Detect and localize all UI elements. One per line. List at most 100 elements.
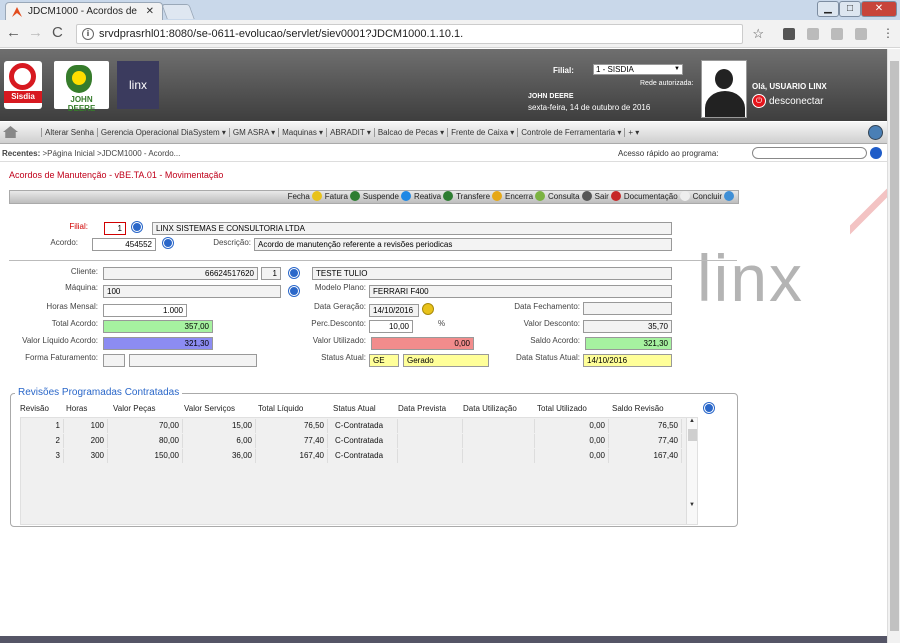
menu-item[interactable]: Balcao de Pecas ▾ (373, 128, 448, 137)
toolbar-consulta-button[interactable]: Consulta (548, 191, 592, 203)
filial-search-icon[interactable] (132, 222, 142, 232)
page-title: Acordos de Manutenção - vBE.TA.01 - Movi… (9, 170, 224, 180)
browser-menu-icon[interactable]: ⋮ (882, 25, 894, 41)
linx-logo: linx (117, 61, 159, 109)
calendar-icon[interactable] (422, 303, 434, 315)
menu-item[interactable]: Gerencia Operacional DiaSystem ▾ (96, 128, 229, 137)
logout-link[interactable]: desconectar (769, 96, 823, 107)
toolbar-reativa-button[interactable]: Reativa (414, 191, 454, 203)
breadcrumb[interactable]: >Página Inicial >JDCM1000 - Acordo... (42, 149, 180, 158)
page-scroll-thumb[interactable] (890, 61, 899, 631)
reload-icon[interactable]: C (52, 25, 63, 41)
maximize-icon[interactable]: □ (839, 1, 861, 17)
filial-select[interactable]: 1 - SISDIA (593, 64, 683, 75)
globe-icon[interactable] (868, 125, 883, 140)
menu-item[interactable]: Controle de Ferramentaria ▾ (517, 128, 625, 137)
perc-desconto-input[interactable]: 10,00 (369, 320, 413, 333)
grid-cell: 77,40 (612, 434, 682, 448)
cliente-label: Cliente: (70, 267, 98, 276)
toolbar-concluir-button[interactable]: Concluir (693, 191, 734, 203)
horas-input[interactable]: 1.000 (103, 304, 187, 317)
toolbar-encerra-button[interactable]: Encerra (505, 191, 546, 203)
back-icon[interactable]: ← (6, 25, 21, 41)
table-row[interactable]: 1 100 70,00 15,00 76,50 C-Contratada 0,00 76,50 (20, 419, 698, 433)
close-window-icon[interactable]: ✕ (861, 1, 897, 17)
info-icon[interactable]: i (82, 28, 94, 40)
toolbar-label: Suspende (362, 192, 399, 201)
toolbar-action-icon (679, 191, 690, 201)
app-header: Sisdia JOHN DEERE linx Filial: 1 - SISDI… (0, 49, 887, 121)
go-icon[interactable] (870, 147, 882, 159)
menu-item[interactable]: GM ASRA ▾ (228, 128, 279, 137)
grid-cell: 6,00 (184, 434, 256, 448)
toolbar-sair-button[interactable]: Sair (595, 191, 621, 203)
scroll-up-icon[interactable]: ▲ (689, 418, 695, 424)
grid-search-icon[interactable] (704, 403, 714, 413)
cliente-name-field: TESTE TULIO (312, 267, 672, 280)
maquina-search-icon[interactable] (289, 286, 299, 296)
menu-item[interactable]: Maquinas ▾ (278, 128, 327, 137)
revisoes-title: Revisões Programadas Contratadas (15, 387, 183, 398)
grid-column-header[interactable]: Saldo Revisão (612, 404, 664, 413)
acordo-input[interactable]: 454552 (92, 238, 156, 251)
grid-column-header[interactable]: Total Utilizado (537, 404, 587, 413)
grid-cell: 36,00 (184, 449, 256, 463)
acordo-search-icon[interactable] (163, 238, 173, 248)
grid-column-header[interactable]: Total Líquido (258, 404, 303, 413)
toolbar-documentao-button[interactable]: Documentação (624, 191, 690, 203)
extension-icon[interactable] (807, 28, 819, 40)
toolbar-fatura-button[interactable]: Fatura (325, 191, 360, 203)
grid-column-header[interactable]: Data Utilização (463, 404, 517, 413)
minimize-icon[interactable]: ▁ (817, 1, 839, 17)
descricao-field[interactable]: Acordo de manutenção referente a revisõe… (254, 238, 672, 251)
company-name: LINX SISTEMAS E CONSULTORIA LTDA (152, 222, 672, 235)
grid-column-header[interactable]: Valor Peças (113, 404, 156, 413)
valor-desconto-field: 35,70 (583, 320, 672, 333)
filial-input[interactable]: 1 (104, 222, 126, 235)
menu-item[interactable]: Frente de Caixa ▾ (447, 128, 518, 137)
close-tab-icon[interactable]: ✕ (146, 3, 154, 20)
grid-cell: 300 (66, 449, 108, 463)
cliente-search-icon[interactable] (289, 268, 299, 278)
new-tab-button[interactable] (161, 4, 195, 19)
grid-scrollbar[interactable]: ▲ ▼ (686, 418, 697, 524)
bookmark-star-icon[interactable]: ☆ (752, 25, 764, 43)
toolbar-transfere-button[interactable]: Transfere (456, 191, 503, 203)
power-icon[interactable]: ⏻ (752, 94, 766, 108)
grid-cell: 167,40 (258, 449, 328, 463)
url-input[interactable]: i srvdprasrhl01:8080/se-0611-evolucao/se… (76, 24, 764, 44)
extension-icon[interactable] (831, 28, 843, 40)
menu-item[interactable]: Alterar Senha (41, 128, 97, 137)
forward-icon[interactable]: → (28, 25, 43, 41)
address-bar-area: ← → C i srvdprasrhl01:8080/se-0611-evolu… (0, 20, 900, 48)
grid-column-header[interactable]: Horas (66, 404, 87, 413)
grid-cell (463, 449, 535, 463)
grid-header: Revisão Horas Valor Peças Valor Serviços Tot… (20, 404, 720, 416)
menu-item[interactable]: ABRADIT ▾ (326, 128, 374, 137)
scroll-down-icon[interactable]: ▼ (689, 502, 695, 508)
forma-field (129, 354, 257, 367)
table-row[interactable]: 3 300 150,00 36,00 167,40 C-Contratada 0,00 167… (20, 449, 698, 463)
menu-item[interactable]: + ▾ (624, 128, 643, 137)
extension-icon[interactable] (855, 28, 867, 40)
grid-column-header[interactable]: Data Prevista (398, 404, 446, 413)
recent-bar: Recentes: >Página Inicial >JDCM1000 - Ac… (0, 145, 887, 162)
saldo-field: 321,30 (585, 337, 672, 350)
grid-column-header[interactable]: Revisão (20, 404, 49, 413)
quick-access-input[interactable] (752, 147, 867, 159)
page-scrollbar[interactable] (887, 49, 900, 643)
deer-icon (66, 65, 92, 93)
browser-tab[interactable]: JDCM1000 - Acordos de ✕ (5, 2, 163, 20)
toolbar-fecha-button[interactable]: Fecha (288, 191, 322, 203)
grid-column-header[interactable]: Status Atual (333, 404, 376, 413)
grid-column-header[interactable]: Valor Serviços (184, 404, 235, 413)
main-menu: Alterar Senha Gerencia Operacional DiaSys… (0, 122, 887, 144)
home-icon[interactable] (3, 126, 18, 138)
table-row[interactable]: 2 200 80,00 6,00 77,40 C-Contratada 0,00 77,40 (20, 434, 698, 448)
grid-scroll-thumb[interactable] (688, 429, 697, 441)
liquido-field: 321,30 (103, 337, 213, 350)
descricao-label: Descrição: (213, 238, 251, 247)
extension-icon[interactable] (783, 28, 795, 40)
toolbar-suspende-button[interactable]: Suspende (363, 191, 411, 203)
toolbar-label: Fatura (324, 192, 348, 201)
